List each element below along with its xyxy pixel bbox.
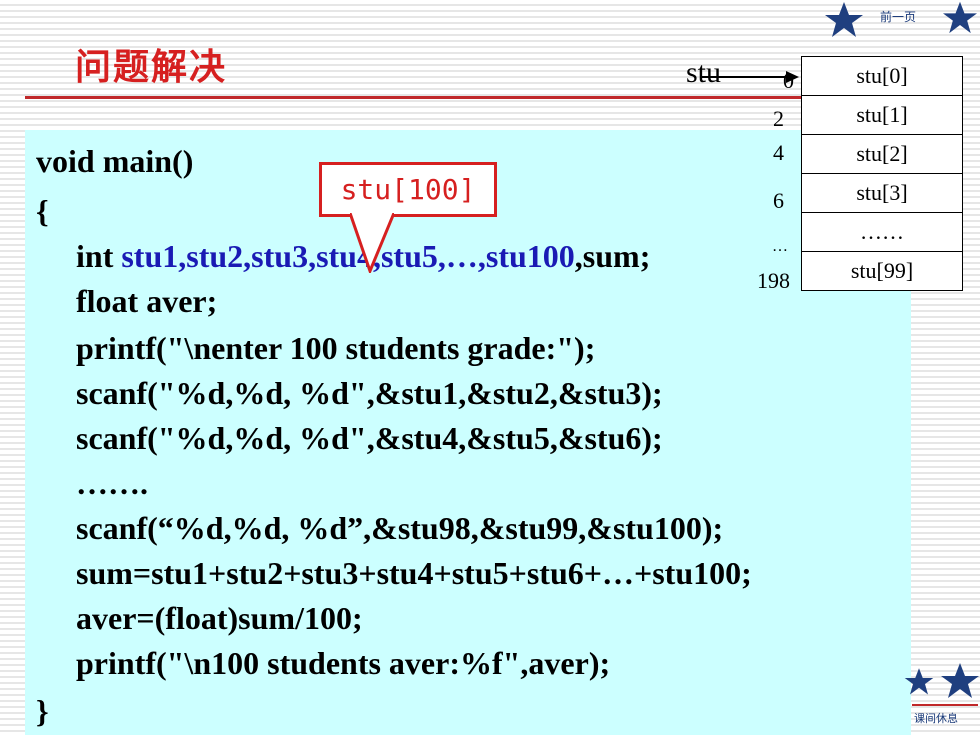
star-icon xyxy=(941,663,979,698)
code-line: aver=(float)sum/100; xyxy=(76,600,363,636)
memory-address: 2 xyxy=(773,106,784,131)
code-variables: stu1,stu2,stu3,stu4,stu5,…,stu100 xyxy=(121,238,575,274)
star-icon xyxy=(825,2,863,37)
memory-cell: stu[1] xyxy=(801,95,963,135)
memory-address: 4 xyxy=(773,140,784,165)
memory-address: 198 xyxy=(757,268,790,293)
page-title: 问题解决 xyxy=(75,47,228,88)
code-line: void main() xyxy=(36,143,194,179)
code-line: float aver; xyxy=(76,283,218,319)
array-callout: stu[100] xyxy=(319,162,497,217)
prev-page-link[interactable]: 前一页 xyxy=(880,8,916,25)
star-icon xyxy=(904,668,934,695)
memory-address: … xyxy=(772,238,788,255)
memory-table: stu[0] stu[1] stu[2] stu[3] …… stu[99] xyxy=(801,56,963,291)
callout-pointer xyxy=(350,213,394,273)
code-line: sum=stu1+stu2+stu3+stu4+stu5+stu6+…+stu1… xyxy=(76,555,752,591)
memory-cell: stu[99] xyxy=(801,251,963,291)
star-icon xyxy=(943,1,977,34)
code-line: ……. xyxy=(76,465,148,501)
code-line: scanf(“%d,%d, %d”,&stu98,&stu99,&stu100)… xyxy=(76,510,724,546)
footer-divider xyxy=(912,704,978,706)
memory-cell: …… xyxy=(801,212,963,252)
code-line: { xyxy=(36,193,49,229)
code-line: printf("\n100 students aver:%f",aver); xyxy=(76,645,611,681)
code-line: } xyxy=(36,693,49,729)
code-line: scanf("%d,%d, %d",&stu4,&stu5,&stu6); xyxy=(76,420,663,456)
memory-cell: stu[2] xyxy=(801,134,963,174)
code-keyword: int xyxy=(76,238,122,274)
memory-cell: stu[0] xyxy=(801,56,963,96)
break-link[interactable]: 课间休息 xyxy=(914,710,958,726)
memory-cell: stu[3] xyxy=(801,173,963,213)
code-line: printf("\nenter 100 students grade:"); xyxy=(76,330,596,366)
code-line: scanf("%d,%d, %d",&stu1,&stu2,&stu3); xyxy=(76,375,663,411)
memory-address: 0 xyxy=(783,68,794,93)
memory-address: 6 xyxy=(773,188,784,213)
code-suffix: ,sum; xyxy=(574,238,651,274)
